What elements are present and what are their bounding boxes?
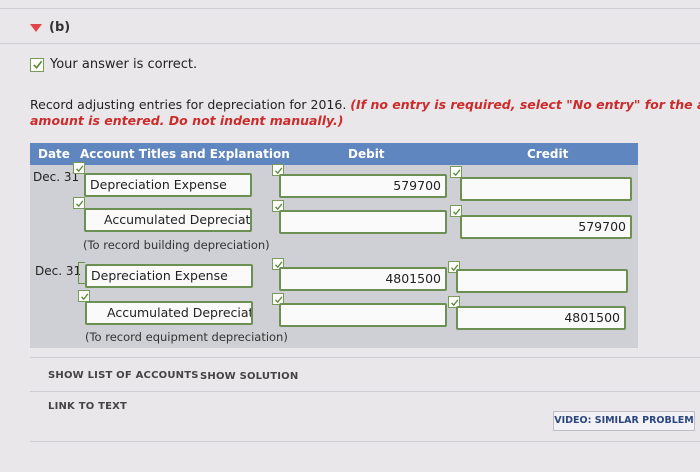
collapse-triangle-icon [30, 23, 42, 32]
section-label: (b) [49, 20, 71, 35]
entry-1-credit-amount[interactable]: 579700 [460, 215, 632, 239]
section-b-toggle[interactable]: (b) [30, 20, 70, 35]
actions-divider [30, 357, 700, 358]
checkmark-icon [30, 57, 44, 72]
checkmark-icon [73, 162, 85, 174]
entry-1-debit-account[interactable]: Depreciation Expense [84, 173, 252, 197]
instructions-emphasis-1: (If no entry is required, select "No ent… [350, 97, 700, 112]
status-text: Your answer is correct. [50, 57, 198, 72]
entry-2-debit-account[interactable]: Depreciation Expense [85, 264, 253, 288]
bracket [78, 262, 85, 284]
top-divider [0, 8, 700, 9]
entry-2-credit-amount-empty[interactable] [456, 269, 628, 293]
video-similar-problem-button[interactable]: VIDEO: SIMILAR PROBLEM [553, 411, 695, 431]
section-divider [0, 43, 700, 44]
header-date: Date [38, 147, 70, 161]
header-account: Account Titles and Explanation [80, 147, 290, 161]
instructions: Record adjusting entries for depreciatio… [30, 97, 700, 129]
entry-2-credit-account[interactable]: Accumulated Depreciati [85, 301, 253, 325]
entry-1-debit-amount[interactable]: 579700 [279, 174, 447, 198]
entry-2-credit-amount[interactable]: 4801500 [456, 306, 626, 330]
instructions-emphasis-2: amount is entered. Do not indent manuall… [30, 113, 344, 128]
entry-2-debit-amount[interactable]: 4801500 [279, 267, 447, 291]
entry-2-date: Dec. 31 [35, 264, 82, 278]
bottom-divider [30, 441, 700, 442]
answer-status: Your answer is correct. [30, 57, 197, 72]
entry-2-explanation: (To record equipment depreciation) [85, 330, 288, 344]
show-solution-button[interactable]: SHOW SOLUTION [200, 371, 298, 382]
entry-1-explanation: (To record building depreciation) [83, 238, 270, 252]
link-to-text-button[interactable]: LINK TO TEXT [48, 401, 127, 412]
entry-1-credit-account[interactable]: Accumulated Depreciati [84, 208, 252, 232]
header-debit: Debit [348, 147, 385, 161]
checkmark-icon [73, 197, 85, 209]
header-credit: Credit [527, 147, 569, 161]
entry-1-debit-amount-empty[interactable] [279, 210, 447, 234]
actions-divider-2 [30, 391, 700, 392]
show-list-of-accounts-button[interactable]: SHOW LIST OF ACCOUNTS [48, 370, 199, 381]
instructions-main: Record adjusting entries for depreciatio… [30, 97, 351, 112]
table-header: Date Account Titles and Explanation Debi… [30, 143, 638, 165]
entry-2-debit-amount-empty[interactable] [279, 303, 447, 327]
entry-1-credit-amount-empty[interactable] [460, 177, 632, 201]
